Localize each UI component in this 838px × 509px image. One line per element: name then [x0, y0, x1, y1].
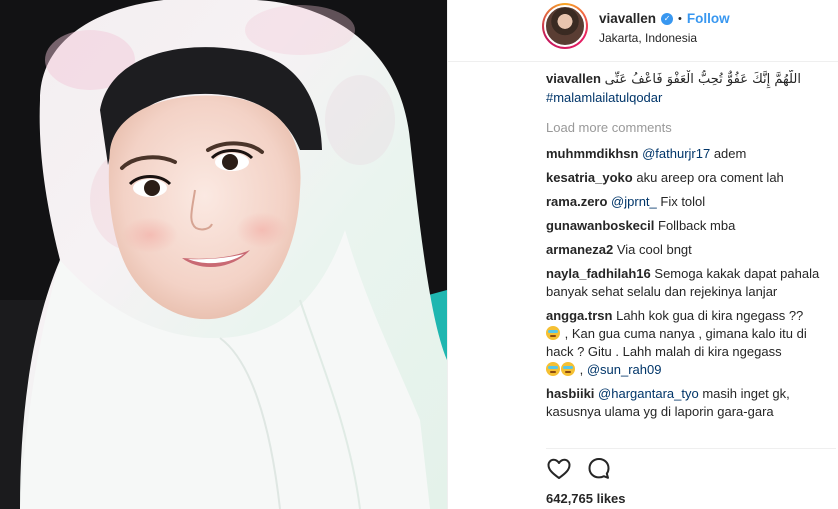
comment-username[interactable]: nayla_fadhilah16	[546, 266, 651, 281]
list-item: hasbiiki @hargantara_tyo masih inget gk,…	[546, 385, 836, 421]
caption-text: اللَّهُمَّ إِنَّكَ عَفُوٌّ تُحِبُّ الْعَ…	[604, 72, 801, 87]
caption-hashtag[interactable]: #malamlailatulqodar	[546, 90, 662, 105]
caption-username[interactable]: viavallen	[546, 71, 601, 86]
comment-bubble-icon[interactable]	[586, 456, 612, 482]
action-icons	[546, 455, 836, 483]
post-actions: 642,765 likes	[546, 448, 836, 506]
post-image	[0, 0, 447, 509]
username-link[interactable]: viavallen	[599, 11, 656, 26]
post-sidebar: viavallen ✓ • Follow Jakarta, Indonesia …	[447, 0, 838, 509]
avatar[interactable]	[542, 3, 588, 49]
comment-text: ,	[576, 362, 587, 377]
caption: viavallen اللَّهُمَّ إِنَّكَ عَفُوٌّ تُح…	[546, 70, 836, 107]
comment-username[interactable]: gunawanboskecil	[546, 218, 654, 233]
list-item: angga.trsn Lahh kok gua di kira ngegass …	[546, 307, 836, 379]
laughing-emoji-icon	[546, 326, 560, 340]
comment-text: , Kan gua cuma nanya , gimana kalo itu d…	[546, 326, 807, 359]
laughing-emoji-icon	[561, 362, 575, 376]
laughing-emoji-icon	[546, 362, 560, 376]
comment-mention[interactable]: @sun_rah09	[587, 362, 662, 377]
avatar-image	[544, 5, 586, 47]
comment-mention[interactable]: @jprnt_	[611, 194, 657, 209]
list-item: armaneza2 Via cool bngt	[546, 241, 836, 259]
load-more-comments-button[interactable]: Load more comments	[546, 119, 836, 137]
header-text: viavallen ✓ • Follow Jakarta, Indonesia	[599, 10, 730, 45]
comment-username[interactable]: rama.zero	[546, 194, 607, 209]
location-link[interactable]: Jakarta, Indonesia	[599, 31, 730, 45]
comment-mention[interactable]: @fathurjr17	[642, 146, 710, 161]
follow-button[interactable]: Follow	[687, 11, 730, 26]
list-item: kesatria_yoko aku areep ora coment lah	[546, 169, 836, 187]
comment-mention[interactable]: @hargantara_tyo	[598, 386, 699, 401]
comment-username[interactable]: kesatria_yoko	[546, 170, 633, 185]
heart-icon[interactable]	[546, 456, 572, 482]
comment-text: aku areep ora coment lah	[636, 170, 784, 185]
comment-username[interactable]: hasbiiki	[546, 386, 594, 401]
list-item: gunawanboskecil Follback mba	[546, 217, 836, 235]
comment-text: Lahh kok gua di kira ngegass ??	[616, 308, 804, 323]
comment-text: Via cool bngt	[616, 242, 692, 257]
list-item: nayla_fadhilah16 Semoga kakak dapat paha…	[546, 265, 836, 301]
post-photo[interactable]	[0, 0, 447, 509]
comment-username[interactable]: muhmmdikhsn	[546, 146, 638, 161]
comment-username[interactable]: armaneza2	[546, 242, 613, 257]
post-header: viavallen ✓ • Follow Jakarta, Indonesia	[448, 0, 838, 62]
list-item: rama.zero @jprnt_ Fix tolol	[546, 193, 836, 211]
comment-text: Fix tolol	[656, 194, 706, 209]
verified-badge-icon: ✓	[661, 12, 674, 25]
separator-dot: •	[678, 12, 682, 25]
comment-text: Follback mba	[658, 218, 736, 233]
list-item: muhmmdikhsn @fathurjr17 adem	[546, 145, 836, 163]
comment-text: adem	[710, 146, 747, 161]
likes-count[interactable]: 642,765 likes	[546, 491, 836, 506]
comment-username[interactable]: angga.trsn	[546, 308, 612, 323]
comments-list: viavallen اللَّهُمَّ إِنَّكَ عَفُوٌّ تُح…	[546, 70, 836, 440]
